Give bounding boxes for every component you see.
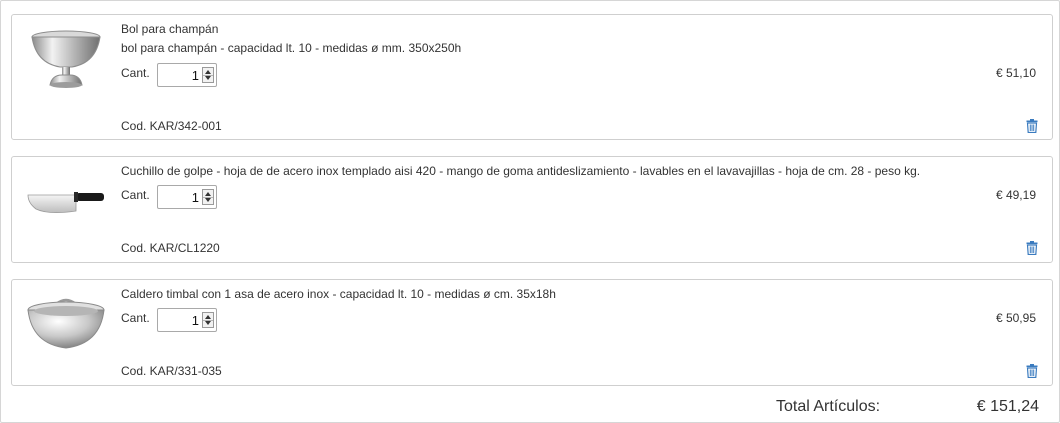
spin-arrows-icon[interactable] [202,189,214,205]
item-price: € 49,19 [995,188,1036,202]
quantity-stepper[interactable]: 1 [157,185,217,209]
quantity-value[interactable]: 1 [192,68,199,83]
item-price: € 50,95 [995,311,1036,325]
quantity-label: Cant. [121,66,150,80]
total-label: Total Artículos: [776,398,881,415]
item-title: Bol para champán [121,22,219,36]
trash-icon[interactable] [1026,119,1038,134]
quantity-value[interactable]: 1 [192,313,199,328]
cart-item: Caldero timbal con 1 asa de acero inox -… [11,279,1053,386]
item-code: Cod. KAR/342-001 [121,119,222,133]
trash-icon[interactable] [1026,241,1038,256]
cart-panel: Bol para champán bol para champán - capa… [0,0,1060,423]
trash-icon[interactable] [1026,364,1038,379]
quantity-value[interactable]: 1 [192,190,199,205]
item-title: Cuchillo de golpe - hoja de de acero ino… [121,164,921,178]
spin-arrows-icon[interactable] [202,312,214,328]
item-price: € 51,10 [995,66,1036,80]
total-value: € 151,24 [976,398,1039,415]
item-code: Cod. KAR/331-035 [121,364,222,378]
item-title: Caldero timbal con 1 asa de acero inox -… [121,287,556,301]
quantity-label: Cant. [121,188,150,202]
cart-item: Bol para champán bol para champán - capa… [11,14,1053,140]
quantity-stepper[interactable]: 1 [157,63,217,87]
item-code: Cod. KAR/CL1220 [121,241,220,255]
spin-arrows-icon[interactable] [202,67,214,83]
champagne-bowl-image [26,29,106,93]
cart-item: Cuchillo de golpe - hoja de de acero ino… [11,156,1053,263]
cleaver-knife-image [26,175,106,239]
quantity-stepper[interactable]: 1 [157,308,217,332]
item-description: bol para champán - capacidad lt. 10 - me… [121,41,462,55]
steel-bowl-image [26,294,106,358]
quantity-label: Cant. [121,311,150,325]
